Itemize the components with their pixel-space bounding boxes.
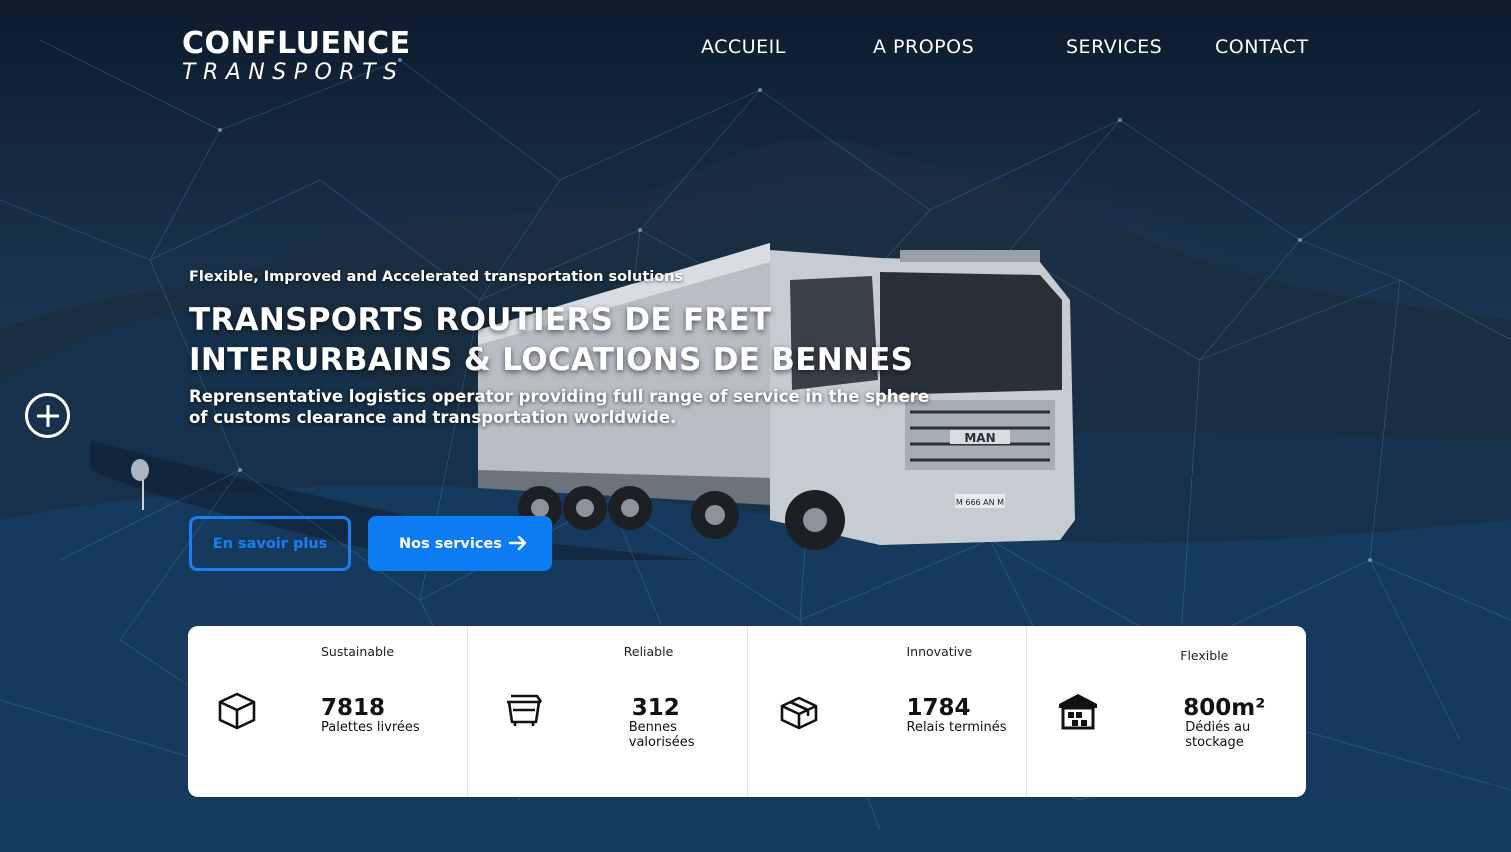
learn-more-button[interactable]: En savoir plus [189, 516, 351, 571]
our-services-label: Nos services [399, 535, 502, 552]
stat-stockage: Flexible 800m² Dédiés au stockage [1027, 626, 1306, 797]
nav-contact[interactable]: CONTACT [1215, 36, 1309, 58]
stat-category: Sustainable [321, 644, 395, 659]
stat-label: Relais terminés [906, 720, 1007, 735]
brand-subtitle: TRANSPORTS [182, 60, 405, 85]
plus-circle-icon[interactable] [25, 393, 70, 438]
stat-relais: Innovative 1784 Relais terminés [748, 626, 1028, 797]
stat-label: Bennes valorisées [628, 720, 695, 750]
stat-palettes: Sustainable 7818 Palettes livrées [188, 626, 468, 797]
learn-more-label: En savoir plus [212, 535, 328, 552]
our-services-button[interactable]: Nos services [368, 516, 552, 571]
stat-value: 1784 [906, 695, 971, 721]
box-icon [218, 692, 256, 730]
truck-plate: M 666 AN M [956, 498, 1004, 507]
main-nav: ACCUEIL A PROPOS SERVICES CONTACT [0, 36, 1511, 60]
arrow-right-icon [508, 535, 527, 551]
hero-headline-line-1: TRANSPORTS ROUTIERS DE FRET [189, 302, 772, 338]
warehouse-icon [1059, 694, 1098, 730]
stat-category: Flexible [1180, 648, 1229, 663]
hero-headline-line-2: INTERURBAINS & LOCATIONS DE BENNES [189, 342, 914, 378]
stat-value: 7818 [321, 695, 386, 721]
stat-label: Palettes livrées [321, 720, 420, 735]
hero-section: MAN M 666 AN M CONFLUENCE TRANSPORTS ACC… [0, 0, 1511, 852]
dumpster-icon [506, 694, 542, 726]
stats-card: Sustainable 7818 Palettes livrées Reliab… [188, 626, 1306, 797]
stat-label: Dédiés au stockage [1185, 720, 1251, 750]
hero-description: Reprensentative logistics operator provi… [189, 387, 930, 427]
truck-badge: MAN [964, 431, 995, 445]
hero-tagline: Flexible, Improved and Accelerated trans… [189, 269, 684, 285]
nav-accueil[interactable]: ACCUEIL [701, 36, 786, 58]
stat-value: 800m² [1183, 695, 1266, 721]
stat-value: 312 [631, 695, 680, 721]
package-icon [780, 696, 817, 730]
nav-services[interactable]: SERVICES [1066, 36, 1162, 58]
nav-a-propos[interactable]: A PROPOS [873, 36, 974, 58]
hero-headline: TRANSPORTS ROUTIERS DE FRET INTERURBAINS… [189, 300, 949, 380]
stat-bennes: Reliable 312 Bennes valorisées [468, 626, 748, 797]
stat-category: Reliable [623, 644, 674, 659]
stat-category: Innovative [906, 644, 973, 659]
